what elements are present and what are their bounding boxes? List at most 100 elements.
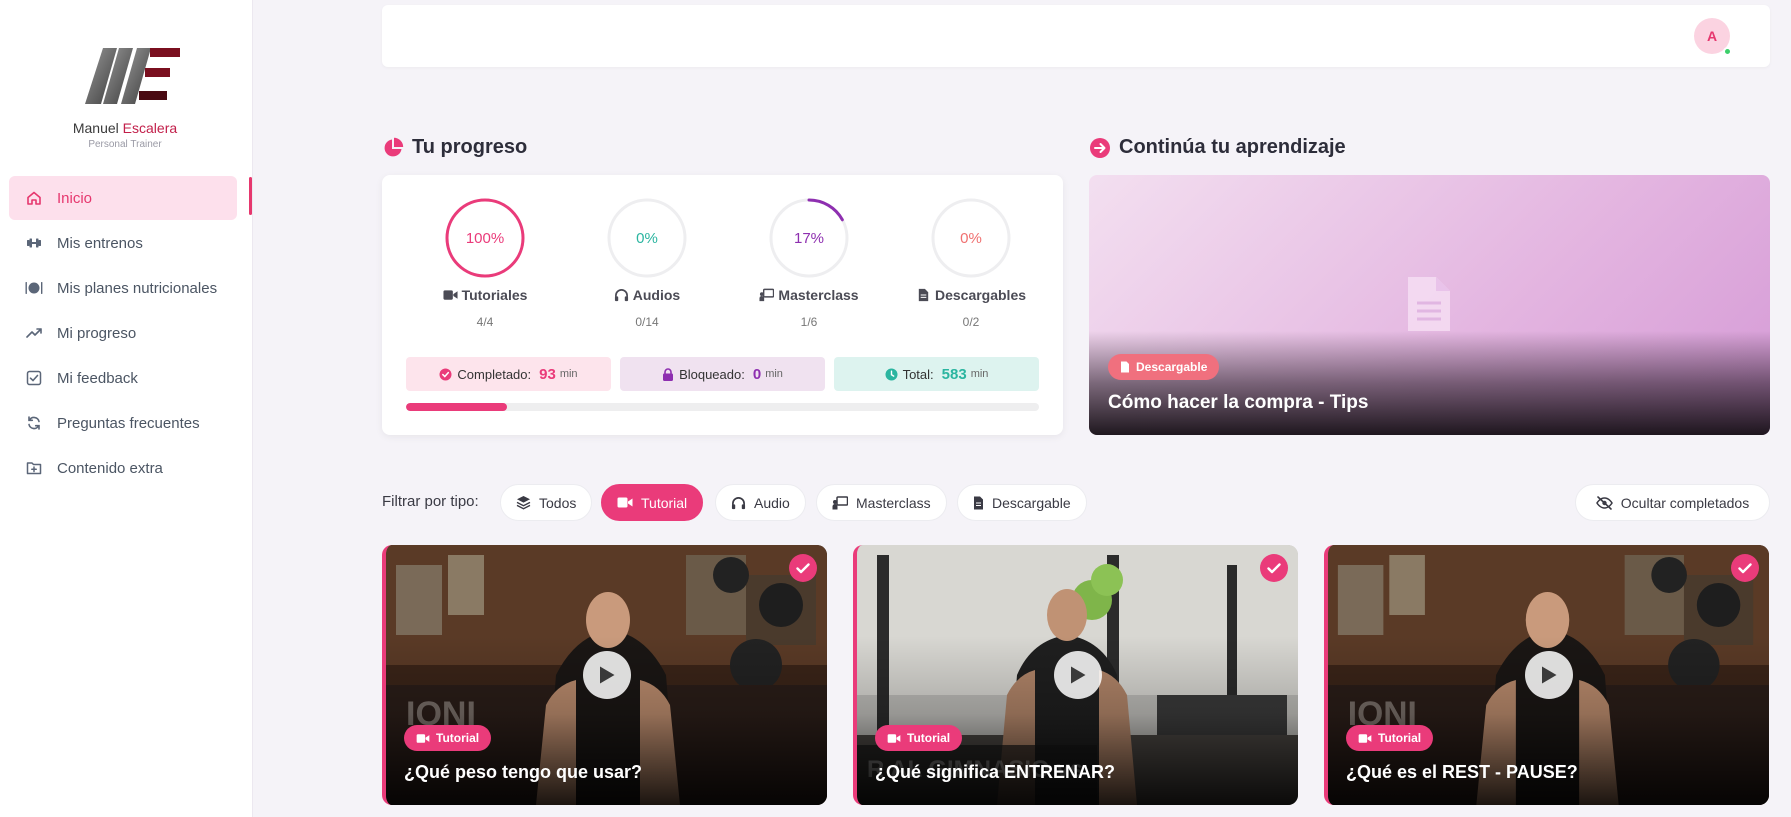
refresh-icon [25,414,43,432]
stat-label: Descargables [896,287,1046,303]
brand-subtitle: Personal Trainer [88,139,162,150]
completed-check-icon [1260,554,1288,582]
content-type-badge: Tutorial [875,725,963,751]
continue-title-text: Continúa tu aprendizaje [1119,136,1346,158]
sidebar-item-preguntas-frecuentes[interactable]: Preguntas frecuentes [9,401,237,445]
play-button-icon[interactable] [582,651,631,699]
sidebar-item-label: Contenido extra [57,459,163,477]
completed-pill: Completado: 93 min [406,357,611,391]
locked-pill: Bloqueado: 0 min [620,357,825,391]
video-icon [443,290,458,300]
video-card[interactable]: IONI Tutorial ¿Qué peso tengo que usar? [382,545,827,805]
progress-ring: 0% [606,197,688,279]
locked-value: 0 [752,365,762,383]
locked-unit: min [765,368,783,380]
video-card[interactable]: IONI Tutorial ¿Qué es el REST - PAUSE? [1324,545,1769,805]
stat-label: Tutoriales [410,287,560,303]
sidebar-item-label: Inicio [57,189,93,207]
stat-percent: 0% [960,229,982,247]
presentation-icon [759,288,775,302]
chip-label: Todos [539,494,577,511]
folder-plus-icon [25,459,43,477]
filter-chip-todos[interactable]: Todos [500,484,593,521]
completed-label: Completado: [457,366,532,382]
badge-label: Tutorial [436,731,480,745]
hide-completed-button[interactable]: Ocultar completados [1575,484,1770,521]
play-button-icon[interactable] [1524,651,1573,699]
home-icon [25,189,43,207]
content-type-badge: Tutorial [1346,725,1434,751]
stat-label-text: Audios [632,287,681,303]
stat-tutoriales: 100% Tutoriales 4/4 [410,197,560,329]
trend-icon [25,324,43,342]
sidebar-item-planes-nutricionales[interactable]: Mis planes nutricionales [9,266,237,310]
sidebar-item-inicio[interactable]: Inicio [9,176,237,220]
filter-chip-descargable[interactable]: Descargable [957,484,1087,521]
filter-chip-audio[interactable]: Audio [715,484,806,521]
file-icon [1120,361,1130,373]
continue-card[interactable]: Descargable Cómo hacer la compra - Tips [1089,175,1770,435]
chip-label: Audio [754,494,790,511]
clock-icon [885,368,898,381]
online-status-dot [1723,47,1732,56]
total-pill: Total: 583 min [834,357,1039,391]
filter-chip-masterclass[interactable]: Masterclass [816,484,947,521]
stat-percent: 0% [636,229,658,247]
sidebar-item-mi-progreso[interactable]: Mi progreso [9,311,237,355]
stat-count: 4/4 [476,315,494,329]
stat-label: Masterclass [734,287,884,303]
stat-masterclass: 17% Masterclass 1/6 [734,197,884,329]
continue-section-title: Continúa tu aprendizaje [1089,136,1346,159]
completed-unit: min [559,368,578,380]
play-button-icon[interactable] [1053,651,1102,699]
content-type-badge: Tutorial [404,725,492,751]
layers-icon [516,495,531,510]
sidebar-item-mis-entrenos[interactable]: Mis entrenos [9,221,237,265]
hide-completed-label: Ocultar completados [1620,494,1750,511]
checkbox-icon [25,369,43,387]
progress-ring: 17% [768,197,850,279]
stat-label-text: Descargables [934,287,1027,303]
badge-label: Descargable [1136,360,1208,374]
arrow-circle-right-icon [1090,137,1110,158]
stat-label: Audios [572,287,722,303]
dumbbell-icon [25,234,43,252]
active-indicator [249,177,252,215]
sidebar: Manuel Escalera Personal Trainer Inicio … [0,0,253,817]
total-unit: min [970,368,989,380]
stat-percent: 100% [465,229,505,247]
sidebar-item-label: Mi progreso [57,324,137,342]
sidebar-item-contenido-extra[interactable]: Contenido extra [9,446,237,490]
video-card[interactable]: R AL GIMNASIO vs Tutorial ¿Qué significa… [853,545,1298,805]
progress-section-title: Tu progreso [382,136,527,159]
sidebar-nav: Inicio Mis entrenos Mis planes nutricion… [9,176,237,491]
stat-count: 1/6 [800,315,818,329]
locked-label: Bloqueado: [679,366,745,382]
stat-audios: 0% Audios 0/14 [572,197,722,329]
brand-first-name: Manuel [72,120,119,136]
chip-label: Masterclass [856,494,931,511]
overall-progress-bar [406,403,1039,411]
chip-label: Descargable [992,494,1071,511]
brand-logo[interactable]: Manuel Escalera Personal Trainer [55,42,195,154]
video-icon [887,733,901,744]
headphones-icon [614,289,628,302]
badge-label: Tutorial [907,731,951,745]
filter-chip-tutorial[interactable]: Tutorial [601,484,704,521]
sidebar-item-mi-feedback[interactable]: Mi feedback [9,356,237,400]
overall-progress-fill [406,403,508,411]
sidebar-item-label: Preguntas frecuentes [57,414,200,432]
sidebar-item-label: Mis entrenos [57,234,143,252]
progress-ring: 100% [444,197,526,279]
stat-count: 0/14 [635,315,659,329]
badge-label: Tutorial [1378,731,1422,745]
video-icon [617,496,633,509]
total-value: 583 [941,365,967,383]
video-title: ¿Qué significa ENTRENAR? [875,762,1116,782]
progress-ring: 0% [930,197,1012,279]
file-icon [918,288,929,302]
progress-title-text: Tu progreso [412,136,528,158]
content-type-badge: Descargable [1108,354,1220,380]
video-icon [416,733,430,744]
lock-icon [662,367,674,381]
